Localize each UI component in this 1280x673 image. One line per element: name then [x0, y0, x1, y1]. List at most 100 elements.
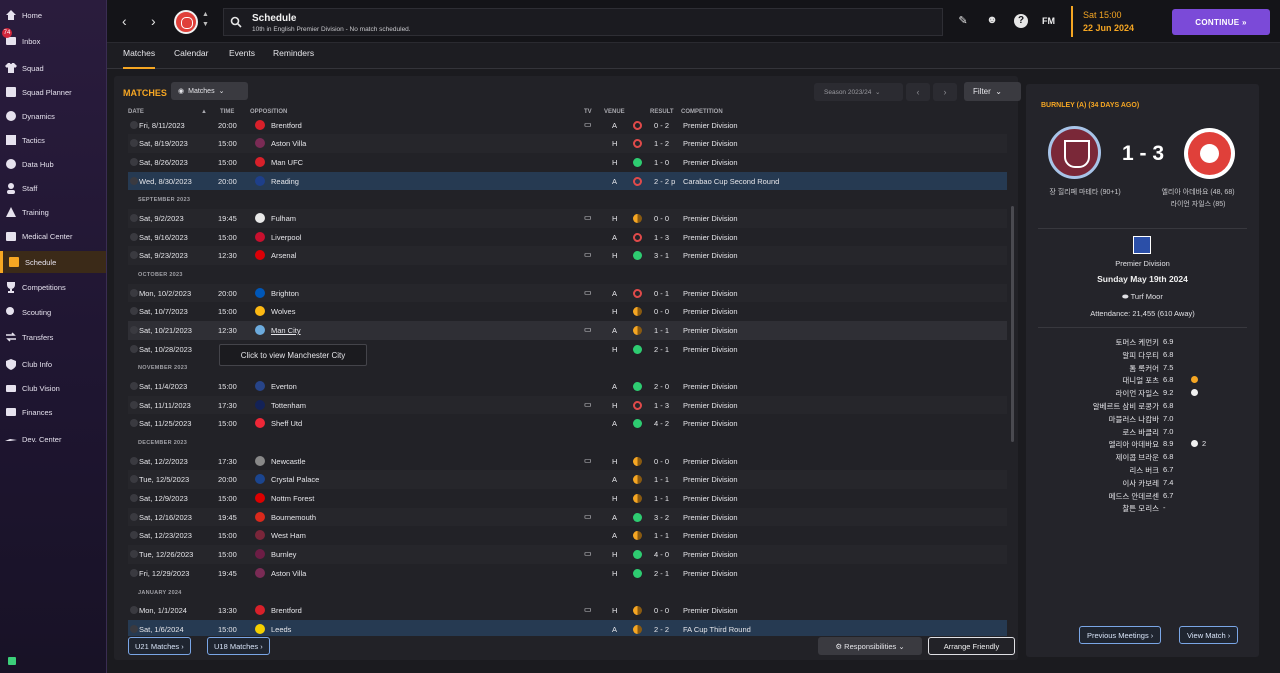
opponent-name[interactable]: Newcastle: [271, 457, 306, 466]
sidebar-item-club-vision[interactable]: Club Vision: [0, 377, 106, 399]
player-name[interactable]: 제이콥 브라운: [1116, 452, 1159, 463]
table-row[interactable]: Sat, 10/7/2023 15:00 Wolves H 0 - 0 Premier D…: [128, 302, 1007, 321]
rating-row[interactable]: 로스 바클리 7.0: [1056, 427, 1246, 440]
rating-row[interactable]: 리스 버크 6.7: [1056, 465, 1246, 478]
sidebar-item-dev-center[interactable]: Dev. Center: [0, 428, 106, 450]
u18-matches-button[interactable]: U18 Matches ›: [207, 637, 270, 655]
opponent-name[interactable]: Burnley: [271, 550, 296, 559]
table-row[interactable]: Wed, 8/30/2023 20:00 Reading A 2 - 2 p Caraba…: [128, 171, 1007, 191]
table-row[interactable]: Sat, 10/21/2023 12:30 Man City ▭ A 1 - 1 Premi…: [128, 320, 1007, 340]
responsibilities-button[interactable]: ⚙ Responsibilities ⌄: [818, 637, 922, 655]
player-name[interactable]: 로스 바클리: [1122, 427, 1159, 438]
opponent-name[interactable]: Brentford: [271, 606, 302, 615]
manager-icon[interactable]: ☻: [985, 14, 999, 28]
view-dropdown[interactable]: ◉ Matches ⌄: [171, 82, 248, 100]
table-row[interactable]: Sat, 12/16/2023 19:45 Bournemouth ▭ A 3 - 2 Pr…: [128, 507, 1007, 527]
rating-row[interactable]: 메드스 안데르센 6.7: [1056, 491, 1246, 504]
row-checkbox[interactable]: [130, 139, 138, 148]
sidebar-item-data-hub[interactable]: Data Hub: [0, 153, 106, 175]
table-row[interactable]: Sat, 12/23/2023 15:00 West Ham A 1 - 1 Premie…: [128, 526, 1007, 545]
row-checkbox[interactable]: [130, 568, 138, 577]
rating-row[interactable]: 찰튼 모리스 -: [1056, 503, 1246, 516]
table-row[interactable]: Sat, 11/11/2023 17:30 Tottenham ▭ H 1 - 3 Prem…: [128, 395, 1007, 415]
opponent-name[interactable]: West Ham: [271, 531, 306, 540]
arrange-friendly-button[interactable]: Arrange Friendly: [928, 637, 1015, 655]
rating-row[interactable]: 라이언 자일스 9.2: [1056, 388, 1246, 401]
opponent-name[interactable]: Wolves: [271, 307, 295, 316]
table-row[interactable]: Fri, 12/29/2023 19:45 Aston Villa H 2 - 1 Pre…: [128, 564, 1007, 583]
sidebar-item-transfers[interactable]: Transfers: [0, 326, 106, 348]
rating-row[interactable]: 제이콥 브라운 6.8: [1056, 452, 1246, 465]
club-switch-icon[interactable]: ▲ ▼: [202, 10, 209, 30]
opponent-name[interactable]: Brighton: [271, 289, 299, 298]
row-checkbox[interactable]: [130, 382, 138, 391]
opponent-name[interactable]: Bournemouth: [271, 513, 316, 522]
opponent-name[interactable]: Man City: [271, 326, 301, 335]
sidebar-item-competitions[interactable]: Competitions: [0, 276, 106, 298]
previous-meetings-button[interactable]: Previous Meetings ›: [1079, 626, 1162, 644]
fm-logo[interactable]: FM: [1042, 16, 1055, 26]
sidebar-item-medical-center[interactable]: Medical Center: [0, 225, 106, 247]
forward-arrow-icon[interactable]: ›: [151, 13, 156, 29]
table-row[interactable]: Sat, 8/26/2023 15:00 Man UFC H 1 - 0 Premier …: [128, 153, 1007, 172]
table-row[interactable]: Sat, 12/9/2023 15:00 Nottm Forest H 1 - 1 Pre…: [128, 489, 1007, 508]
row-checkbox[interactable]: [130, 606, 138, 615]
sidebar-item-scouting[interactable]: Scouting: [0, 301, 106, 323]
opponent-name[interactable]: Brentford: [271, 121, 302, 130]
player-name[interactable]: 라이언 자일스: [1116, 388, 1159, 399]
col-tv[interactable]: TV: [584, 109, 592, 115]
row-checkbox[interactable]: [130, 344, 138, 353]
opponent-name[interactable]: Leeds: [271, 625, 291, 634]
season-dropdown[interactable]: Season 2023/24 ⌄: [814, 83, 903, 101]
opponent-name[interactable]: Liverpool: [271, 233, 301, 242]
prev-page-button[interactable]: ‹: [906, 83, 930, 101]
club-crest-icon[interactable]: [1184, 128, 1235, 179]
sidebar-item-training[interactable]: Training: [0, 201, 106, 223]
table-row[interactable]: Fri, 8/11/2023 20:00 Brentford ▭ A 0 - 2 Premi…: [128, 120, 1007, 134]
row-checkbox[interactable]: [130, 400, 138, 409]
table-row[interactable]: Sat, 1/6/2024 15:00 Leeds A 2 - 2 FA Cup Thir…: [128, 619, 1007, 636]
scrollbar[interactable]: [1011, 206, 1014, 442]
col-result[interactable]: RESULT: [650, 109, 674, 115]
opponent-name[interactable]: Nottm Forest: [271, 494, 314, 503]
row-checkbox[interactable]: [130, 120, 138, 129]
row-checkbox[interactable]: [130, 475, 138, 484]
row-checkbox[interactable]: [130, 176, 138, 185]
rating-row[interactable]: 대니얼 포츠 6.8: [1056, 375, 1246, 388]
opponent-name[interactable]: Man UFC: [271, 158, 303, 167]
table-row[interactable]: Sat, 11/4/2023 15:00 Everton A 2 - 0 Premier …: [128, 377, 1007, 396]
table-row[interactable]: Sat, 9/23/2023 12:30 Arsenal ▭ H 3 - 1 Premier…: [128, 246, 1007, 265]
player-name[interactable]: 찰튼 모리스: [1122, 503, 1159, 514]
table-row[interactable]: Sat, 9/16/2023 15:00 Liverpool A 1 - 3 Premie…: [128, 228, 1007, 247]
table-row[interactable]: Sat, 12/2/2023 17:30 Newcastle ▭ H 0 - 0 Premi…: [128, 452, 1007, 471]
col-date[interactable]: DATE: [128, 109, 144, 115]
row-checkbox[interactable]: [130, 531, 138, 540]
col-time[interactable]: TIME: [220, 109, 234, 115]
table-row[interactable]: Sat, 11/25/2023 15:00 Sheff Utd A 4 - 2 Premi…: [128, 414, 1007, 433]
table-row[interactable]: Mon, 10/2/2023 20:00 Brighton ▭ A 0 - 1 Premie…: [128, 283, 1007, 303]
sidebar-item-dynamics[interactable]: Dynamics: [0, 105, 106, 127]
sidebar-item-schedule[interactable]: Schedule: [0, 251, 106, 273]
row-checkbox[interactable]: [130, 456, 138, 465]
opponent-name[interactable]: Fulham: [271, 214, 296, 223]
opponent-name[interactable]: Everton: [271, 382, 297, 391]
sidebar-item-home[interactable]: Home: [0, 4, 106, 26]
sidebar-item-squad-planner[interactable]: Squad Planner: [0, 81, 106, 103]
col-venue[interactable]: VENUE: [604, 109, 625, 115]
row-checkbox[interactable]: [130, 419, 138, 428]
sidebar-item-tactics[interactable]: Tactics: [0, 129, 106, 151]
rating-row[interactable]: 이사 카보레 7.4: [1056, 478, 1246, 491]
tab-events[interactable]: Events: [229, 43, 255, 69]
row-checkbox[interactable]: [130, 494, 138, 503]
player-name[interactable]: 토머스 케먼키: [1116, 337, 1159, 348]
view-match-button[interactable]: View Match ›: [1179, 626, 1239, 644]
table-row[interactable]: Tue, 12/5/2023 20:00 Crystal Palace A 1 - 1 P…: [128, 470, 1007, 490]
player-name[interactable]: 리스 버크: [1129, 465, 1159, 476]
opponent-name[interactable]: Aston Villa: [271, 139, 306, 148]
search-box[interactable]: Schedule 10th in English Premier Divisio…: [223, 8, 943, 36]
row-checkbox[interactable]: [130, 288, 138, 297]
row-checkbox[interactable]: [130, 624, 138, 633]
u21-matches-button[interactable]: U21 Matches ›: [128, 637, 191, 655]
row-checkbox[interactable]: [130, 307, 138, 316]
opponent-name[interactable]: Tottenham: [271, 401, 306, 410]
